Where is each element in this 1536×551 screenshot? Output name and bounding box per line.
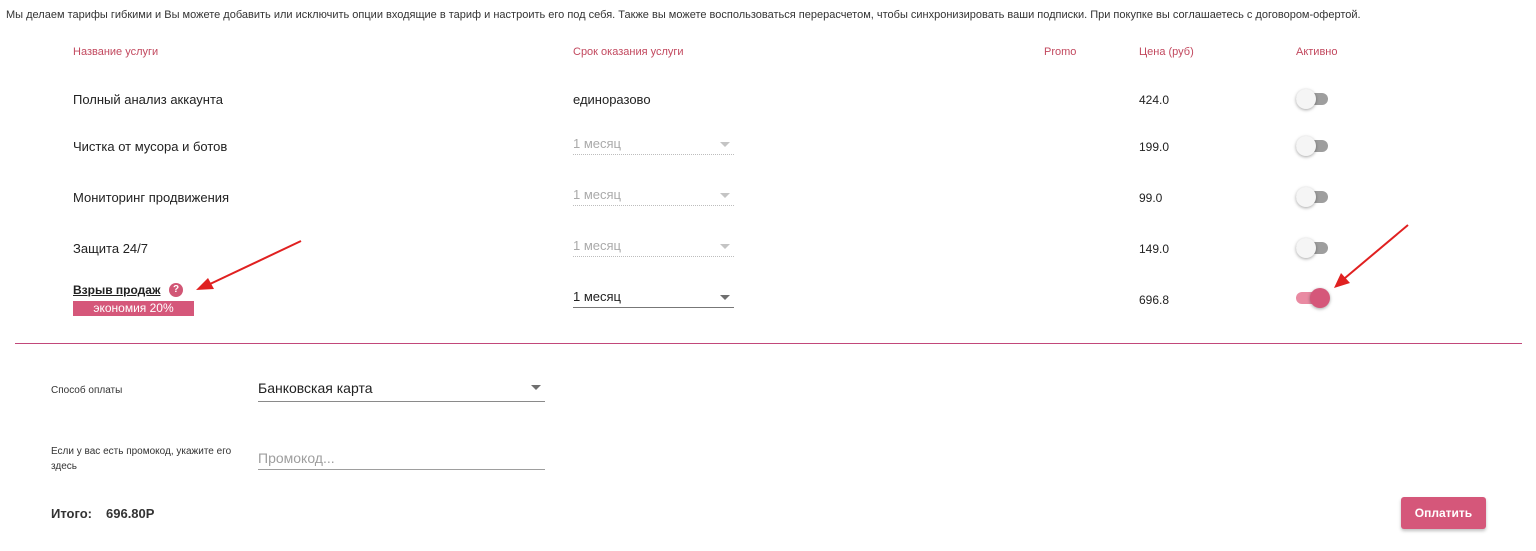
annotation-arrow-icon — [1334, 224, 1409, 288]
annotation-arrows — [196, 224, 1409, 290]
annotation-arrow-icon — [196, 240, 302, 290]
